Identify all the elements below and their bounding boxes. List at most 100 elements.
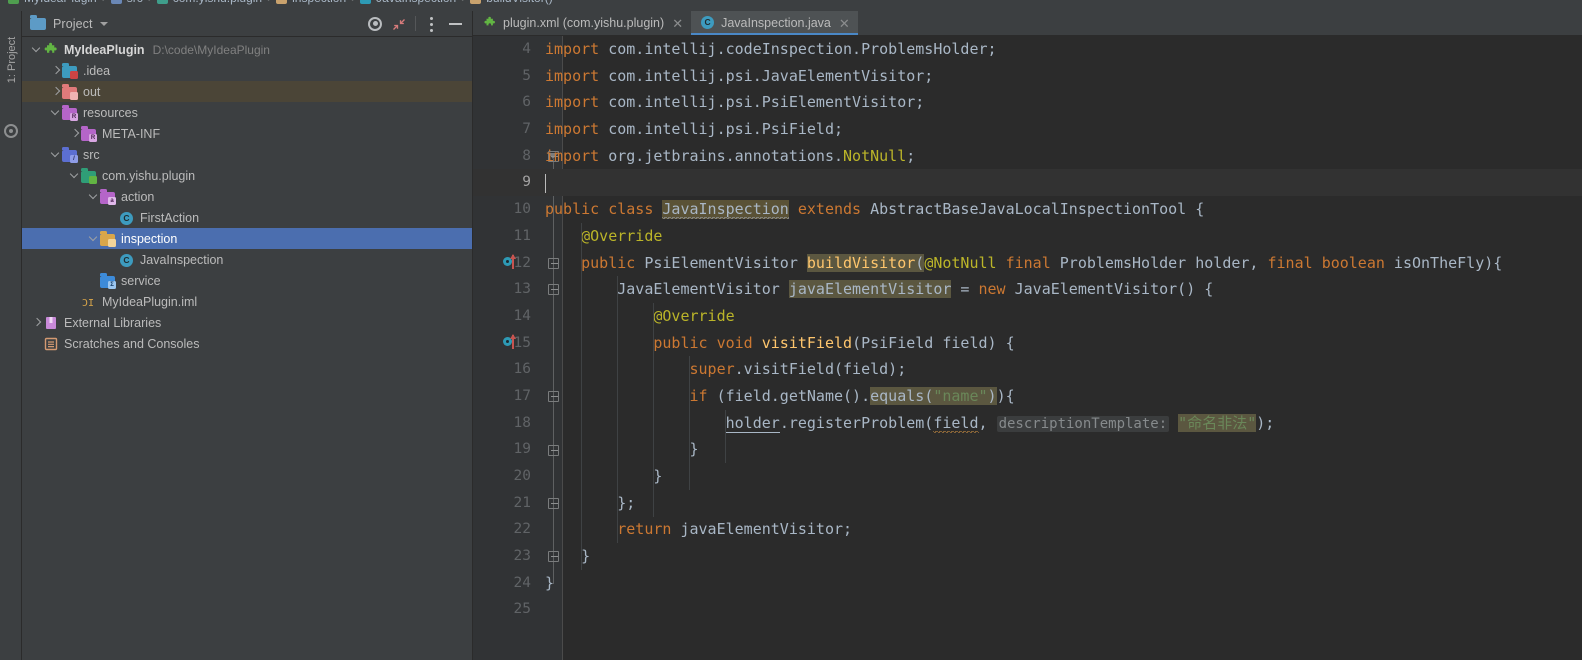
code-line-11[interactable]: 11 @Override: [473, 223, 1582, 250]
folder-idea-icon: [62, 63, 78, 79]
tree-node-meta-inf[interactable]: R META-INF: [22, 123, 472, 144]
indent-guide: [581, 222, 583, 570]
code-line-24[interactable]: 24}: [473, 570, 1582, 597]
tree-node-label: service: [121, 273, 161, 288]
chevron-right-icon[interactable]: [49, 60, 62, 81]
code-line-8[interactable]: 8 import org.jetbrains.annotations.NotNul…: [473, 143, 1582, 170]
code-line-22[interactable]: 22 return javaElementVisitor;: [473, 516, 1582, 543]
code-line-18[interactable]: 18 holder.registerProblem(field, descrip…: [473, 410, 1582, 437]
chevron-right-icon[interactable]: [49, 81, 62, 102]
line-number: 6: [522, 94, 531, 111]
target-icon[interactable]: [4, 124, 18, 138]
close-icon[interactable]: ✕: [672, 17, 683, 30]
tool-window-tab-project[interactable]: 1: Project: [1, 25, 23, 95]
folder-resources-icon: R: [81, 126, 97, 142]
code-line-13[interactable]: 13 JavaElementVisitor javaElementVisitor…: [473, 276, 1582, 303]
folder-resources-icon: R: [62, 105, 78, 121]
code-text: };: [545, 493, 636, 512]
code-line-20[interactable]: 20 }: [473, 463, 1582, 490]
breadcrumb-item-4[interactable]: JavaInspection: [376, 0, 456, 5]
text-caret: [545, 173, 546, 193]
code-line-9[interactable]: 9: [473, 169, 1582, 197]
tree-node-path: D:\code\MyIdeaPlugin: [152, 42, 270, 57]
chevron-right-icon[interactable]: [30, 312, 43, 333]
code-line-23[interactable]: 23 }: [473, 543, 1582, 570]
tree-node-label: FirstAction: [140, 210, 200, 225]
tree-node-out[interactable]: out: [22, 81, 472, 102]
code-line-25[interactable]: 25: [473, 596, 1582, 623]
chevron-down-icon[interactable]: [30, 39, 43, 60]
code-line-16[interactable]: 16 super.visitField(field);: [473, 356, 1582, 383]
folder-icon: [100, 231, 116, 247]
code-text: }: [545, 467, 663, 485]
kebab-menu-icon: [430, 16, 433, 32]
target-icon: [368, 16, 382, 31]
breadcrumb[interactable]: MyIdeaPlugin › src › com.yishu.plugin › …: [8, 0, 553, 5]
override-method-gutter-icon[interactable]: [503, 253, 529, 272]
collapse-all-button[interactable]: [387, 13, 411, 35]
tree-node-external-libraries[interactable]: External Libraries: [22, 312, 472, 333]
line-number: 10: [513, 201, 531, 218]
code-text: public class JavaInspection extends Abst…: [545, 200, 1205, 220]
code-editor[interactable]: 4 import com.intellij.codeInspection.Prob…: [473, 36, 1582, 660]
code-line-6[interactable]: 6 import com.intellij.psi.PsiElementVisit…: [473, 89, 1582, 116]
code-line-15[interactable]: 15 public void visitField(PsiField field…: [473, 330, 1582, 357]
tree-node-src[interactable]: / src: [22, 144, 472, 165]
navigation-bar[interactable]: MyIdeaPlugin › src › com.yishu.plugin › …: [0, 0, 1582, 11]
editor-tab-javainspection-java[interactable]: C JavaInspection.java ✕: [691, 11, 858, 35]
project-panel-title: Project: [53, 16, 93, 31]
tree-node-myideaplugin[interactable]: MyIdeaPlugin D:\code\MyIdeaPlugin: [22, 39, 472, 60]
chevron-down-icon[interactable]: [49, 102, 62, 123]
tree-node-myideaplugin-iml[interactable]: ƆI MyIdeaPlugin.iml: [22, 291, 472, 312]
code-line-7[interactable]: 7 import com.intellij.psi.PsiField;: [473, 116, 1582, 143]
breadcrumb-item-1[interactable]: src: [127, 0, 143, 5]
breadcrumb-item-5[interactable]: buildVisitor(): [486, 0, 552, 5]
tree-node-inspection[interactable]: inspection: [22, 228, 472, 249]
tree-node-label: JavaInspection: [140, 252, 224, 267]
locate-in-tree-button[interactable]: [363, 13, 387, 35]
code-line-17[interactable]: 17 if (field.getName().equals("name")){: [473, 383, 1582, 410]
editor-tab-bar[interactable]: plugin.xml (com.yishu.plugin) ✕ C JavaInspe…: [473, 11, 1582, 36]
code-line-21[interactable]: 21 };: [473, 490, 1582, 517]
code-text: import com.intellij.psi.PsiField;: [545, 120, 844, 139]
options-menu-button[interactable]: [420, 13, 444, 35]
close-icon[interactable]: ✕: [839, 17, 850, 30]
tree-node-resources[interactable]: Rresources: [22, 102, 472, 123]
tree-node-service[interactable]: Σservice: [22, 270, 472, 291]
hide-panel-button[interactable]: [444, 13, 468, 35]
code-line-12[interactable]: 12 public PsiElementVisitor buildVisitor…: [473, 250, 1582, 277]
code-text: super.visitField(field);: [689, 360, 907, 379]
chevron-down-icon[interactable]: [49, 144, 62, 165]
editor-tab-label: plugin.xml (com.yishu.plugin): [503, 16, 665, 30]
code-line-5[interactable]: 5 import com.intellij.psi.JavaElementVisi…: [473, 63, 1582, 90]
folder-service-icon: Σ: [100, 273, 116, 289]
tree-node-com-yishu-plugin[interactable]: com.yishu.plugin: [22, 165, 472, 186]
code-text: }: [545, 547, 591, 566]
code-line-4[interactable]: 4 import com.intellij.codeInspection.Prob…: [473, 36, 1582, 63]
override-method-gutter-icon[interactable]: [503, 333, 529, 352]
chevron-down-icon[interactable]: [87, 186, 100, 207]
tree-node-javainspection[interactable]: C JavaInspection: [22, 249, 472, 270]
tree-node-action[interactable]: a action: [22, 186, 472, 207]
chevron-down-icon[interactable]: [87, 228, 100, 249]
code-line-10[interactable]: 10 public class JavaInspection extends Ab…: [473, 196, 1582, 223]
breadcrumb-item-2[interactable]: com.yishu.plugin: [173, 0, 262, 5]
code-text: if (field.getName().equals("name")){: [689, 386, 1015, 405]
breadcrumb-icon-0: [8, 0, 19, 4]
editor-tab-label: JavaInspection.java: [721, 16, 831, 30]
code-line-14[interactable]: 14 @Override: [473, 303, 1582, 330]
breadcrumb-item-3[interactable]: inspection: [292, 0, 346, 5]
tree-node-scratches-and-consoles[interactable]: Scratches and Consoles: [22, 333, 472, 354]
chevron-down-icon[interactable]: [68, 165, 81, 186]
editor-tab-plugin-xml[interactable]: plugin.xml (com.yishu.plugin) ✕: [473, 11, 692, 35]
tree-node--idea[interactable]: .idea: [22, 60, 472, 81]
code-lines[interactable]: 4 import com.intellij.codeInspection.Prob…: [473, 36, 1582, 623]
chevron-right-icon[interactable]: [68, 123, 81, 144]
tree-node-firstaction[interactable]: C FirstAction: [22, 207, 472, 228]
project-tree[interactable]: MyIdeaPlugin D:\code\MyIdeaPlugin .idea out…: [22, 37, 472, 354]
code-line-19[interactable]: 19 }: [473, 436, 1582, 463]
chevron-down-icon[interactable]: [99, 21, 108, 26]
line-number: 13: [513, 281, 531, 298]
breadcrumb-item-0[interactable]: MyIdeaPlugin: [24, 0, 97, 5]
